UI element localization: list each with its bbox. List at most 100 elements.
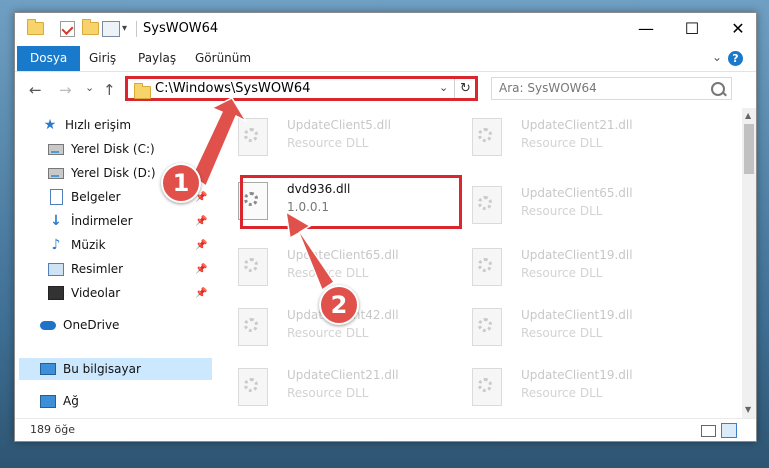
- back-button[interactable]: ←: [29, 81, 42, 99]
- file-name: UpdateClient19.dll: [521, 308, 633, 322]
- file-list: UpdateClient5.dll Resource DLL UpdateCli…: [212, 108, 742, 408]
- file-detail: Resource DLL: [287, 326, 369, 340]
- title-bar: ▾ SysWOW64 — ☐ ✕: [15, 13, 756, 44]
- new-folder-icon[interactable]: [82, 19, 99, 37]
- help-icon[interactable]: ?: [728, 51, 743, 66]
- sidebar-item-network[interactable]: Ağ: [40, 390, 79, 412]
- sidebar-item-onedrive[interactable]: OneDrive: [40, 314, 119, 336]
- recent-locations-button[interactable]: ⌄: [85, 81, 94, 94]
- sidebar-item-local-disk-c[interactable]: Yerel Disk (C:): [48, 138, 155, 160]
- search-placeholder[interactable]: Ara: SysWOW64: [499, 81, 597, 95]
- minimize-button[interactable]: —: [623, 13, 669, 44]
- pin-icon[interactable]: 📌: [195, 216, 207, 227]
- network-icon: [40, 393, 56, 409]
- sidebar-item-downloads[interactable]: ↓ İndirmeler: [48, 210, 132, 232]
- drive-icon: [48, 141, 64, 157]
- sidebar-item-pictures[interactable]: Resimler: [48, 258, 123, 280]
- file-tile[interactable]: UpdateClient21.dll Resource DLL: [214, 364, 440, 414]
- forward-button[interactable]: →: [59, 81, 72, 99]
- address-path[interactable]: C:\Windows\SysWOW64: [155, 81, 310, 96]
- properties-check-icon[interactable]: [60, 20, 75, 37]
- file-name: UpdateClient65.dll: [521, 186, 633, 200]
- sidebar-item-music[interactable]: ♪ Müzik: [48, 234, 106, 256]
- tab-share[interactable]: Paylaş: [138, 46, 176, 71]
- file-detail: Resource DLL: [521, 136, 603, 150]
- file-detail: Resource DLL: [287, 266, 369, 280]
- tab-file[interactable]: Dosya: [17, 46, 81, 71]
- file-name: UpdateClient65.dll: [287, 248, 399, 262]
- gear-icon: [244, 378, 258, 392]
- properties-icon[interactable]: [102, 20, 120, 37]
- navigation-pane: ★ Hızlı erişim Yerel Disk (C:) Yerel Dis…: [15, 108, 212, 408]
- file-tile[interactable]: UpdateClient65.dll Resource DLL: [448, 182, 674, 232]
- videos-icon: [48, 285, 64, 301]
- sidebar-item-label: Yerel Disk (C:): [71, 142, 155, 156]
- callout-badge-1: 1: [161, 163, 201, 203]
- callout-badge-2: 2: [319, 285, 359, 325]
- pin-icon[interactable]: 📌: [195, 240, 207, 251]
- status-bar: 189 öğe: [15, 418, 756, 441]
- search-box[interactable]: Ara: SysWOW64: [491, 77, 732, 100]
- pin-icon[interactable]: 📌: [195, 264, 207, 275]
- scroll-down-arrow-icon[interactable]: ▼: [745, 405, 751, 414]
- file-tile[interactable]: UpdateClient5.dll Resource DLL: [214, 114, 440, 164]
- scrollbar-thumb[interactable]: [744, 124, 754, 174]
- close-button[interactable]: ✕: [715, 13, 756, 44]
- music-icon: ♪: [51, 237, 61, 253]
- address-dropdown-icon[interactable]: ⌄: [439, 81, 448, 94]
- sidebar-item-documents[interactable]: Belgeler: [48, 186, 121, 208]
- address-folder-icon: [134, 83, 151, 99]
- quick-access-dropdown-icon[interactable]: ▾: [122, 20, 127, 37]
- file-detail: Resource DLL: [521, 326, 603, 340]
- ribbon-expand-icon[interactable]: ⌄: [712, 50, 722, 64]
- tab-home[interactable]: Giriş: [89, 46, 116, 71]
- address-row: ← → ⌄ ↑ C:\Windows\SysWOW64 ⌄ ↻ Ara: Sys…: [15, 72, 756, 108]
- sidebar-item-label: Hızlı erişim: [65, 118, 132, 132]
- file-name: UpdateClient19.dll: [521, 248, 633, 262]
- scroll-up-arrow-icon[interactable]: ▲: [745, 111, 751, 120]
- search-icon[interactable]: [711, 82, 725, 96]
- maximize-button[interactable]: ☐: [669, 13, 715, 44]
- file-tile[interactable]: UpdateClient19.dll Resource DLL: [448, 364, 674, 414]
- address-bar[interactable]: C:\Windows\SysWOW64 ⌄ ↻: [125, 76, 478, 101]
- gear-icon: [244, 258, 258, 272]
- up-button[interactable]: ↑: [103, 81, 116, 99]
- file-name: UpdateClient19.dll: [521, 368, 633, 382]
- sidebar-item-label: OneDrive: [63, 318, 120, 332]
- computer-icon: [40, 361, 56, 377]
- sidebar-item-label: Bu bilgisayar: [63, 362, 141, 376]
- drive-icon: [48, 165, 64, 181]
- file-name: UpdateClient21.dll: [521, 118, 633, 132]
- file-detail: Resource DLL: [287, 386, 369, 400]
- file-detail: Resource DLL: [521, 386, 603, 400]
- star-icon: ★: [43, 117, 57, 133]
- tiles-view-icon[interactable]: [721, 423, 737, 438]
- gear-icon: [478, 128, 492, 142]
- sidebar-item-this-pc[interactable]: Bu bilgisayar: [19, 358, 212, 380]
- file-name: UpdateClient21.dll: [287, 368, 399, 382]
- downloads-icon: ↓: [50, 213, 62, 229]
- sidebar-item-quick-access[interactable]: ★ Hızlı erişim: [42, 114, 212, 136]
- details-view-icon[interactable]: [701, 425, 716, 437]
- cloud-icon: [40, 317, 56, 333]
- pictures-icon: [48, 261, 64, 277]
- sidebar-item-local-disk-d[interactable]: Yerel Disk (D:): [48, 162, 156, 184]
- tab-view[interactable]: Görünüm: [195, 46, 251, 71]
- documents-icon: [48, 189, 64, 205]
- title-separator: [136, 21, 137, 37]
- file-tile[interactable]: UpdateClient65.dll Resource DLL: [214, 244, 440, 294]
- vertical-scrollbar[interactable]: ▲ ▼: [742, 108, 756, 418]
- file-detail: Resource DLL: [521, 204, 603, 218]
- refresh-button[interactable]: ↻: [454, 79, 476, 98]
- file-detail: Resource DLL: [287, 136, 369, 150]
- file-tile[interactable]: UpdateClient19.dll Resource DLL: [448, 304, 674, 354]
- file-tile[interactable]: UpdateClient19.dll Resource DLL: [448, 244, 674, 294]
- ribbon-tabs: Dosya Giriş Paylaş Görünüm ⌄ ?: [15, 46, 756, 72]
- gear-icon: [478, 258, 492, 272]
- file-tile[interactable]: UpdateClient21.dll Resource DLL: [448, 114, 674, 164]
- pin-icon[interactable]: 📌: [195, 288, 207, 299]
- gear-icon: [478, 196, 492, 210]
- gear-icon: [244, 128, 258, 142]
- sidebar-item-videos[interactable]: Videolar: [48, 282, 120, 304]
- file-detail: Resource DLL: [521, 266, 603, 280]
